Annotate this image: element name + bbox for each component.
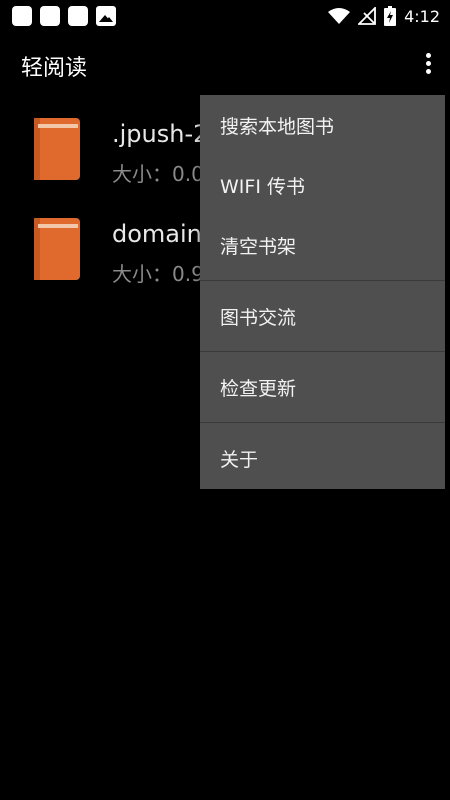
no-signal-icon xyxy=(358,7,376,25)
app-bar: 轻阅读 xyxy=(0,32,450,98)
book-name: domain xyxy=(112,220,202,248)
menu-item-label: 清空书架 xyxy=(220,235,297,258)
app-title: 轻阅读 xyxy=(21,56,88,81)
book-name: .jpush-2 xyxy=(112,120,209,148)
system-icons: 4:12 xyxy=(328,4,440,28)
menu-item-clear-bookshelf[interactable]: 清空书架 xyxy=(200,215,445,275)
image-notification-icon xyxy=(96,6,116,26)
book-size: 大小：0.0 xyxy=(112,162,204,186)
menu-item-label: 检查更新 xyxy=(220,377,297,400)
menu-item-search-local-books[interactable]: 搜索本地图书 xyxy=(200,95,445,155)
menu-divider xyxy=(200,422,445,423)
menu-item-label: 搜索本地图书 xyxy=(220,115,335,138)
overflow-menu: 搜索本地图书 WIFI 传书 清空书架 图书交流 检查更新 关于 xyxy=(200,95,445,489)
menu-item-about[interactable]: 关于 xyxy=(200,428,445,488)
wifi-icon xyxy=(328,8,351,24)
clock: 4:12 xyxy=(404,6,440,26)
menu-divider xyxy=(200,351,445,352)
status-bar: 4:12 xyxy=(0,0,450,32)
menu-item-label: WIFI 传书 xyxy=(220,175,305,198)
notification-icons xyxy=(12,6,116,26)
book-size: 大小：0.9 xyxy=(112,262,204,286)
notification-square-icon xyxy=(68,6,88,26)
notification-square-icon xyxy=(12,6,32,26)
book-icon xyxy=(34,118,80,180)
battery-charging-icon xyxy=(384,6,397,26)
menu-item-label: 图书交流 xyxy=(220,306,297,329)
menu-item-wifi-transfer[interactable]: WIFI 传书 xyxy=(200,155,445,215)
menu-item-label: 关于 xyxy=(220,448,259,471)
menu-item-book-exchange[interactable]: 图书交流 xyxy=(200,286,445,346)
menu-item-check-update[interactable]: 检查更新 xyxy=(200,357,445,417)
more-vert-icon[interactable] xyxy=(420,50,436,80)
menu-divider xyxy=(200,280,445,281)
notification-square-icon xyxy=(40,6,60,26)
book-icon xyxy=(34,218,80,280)
